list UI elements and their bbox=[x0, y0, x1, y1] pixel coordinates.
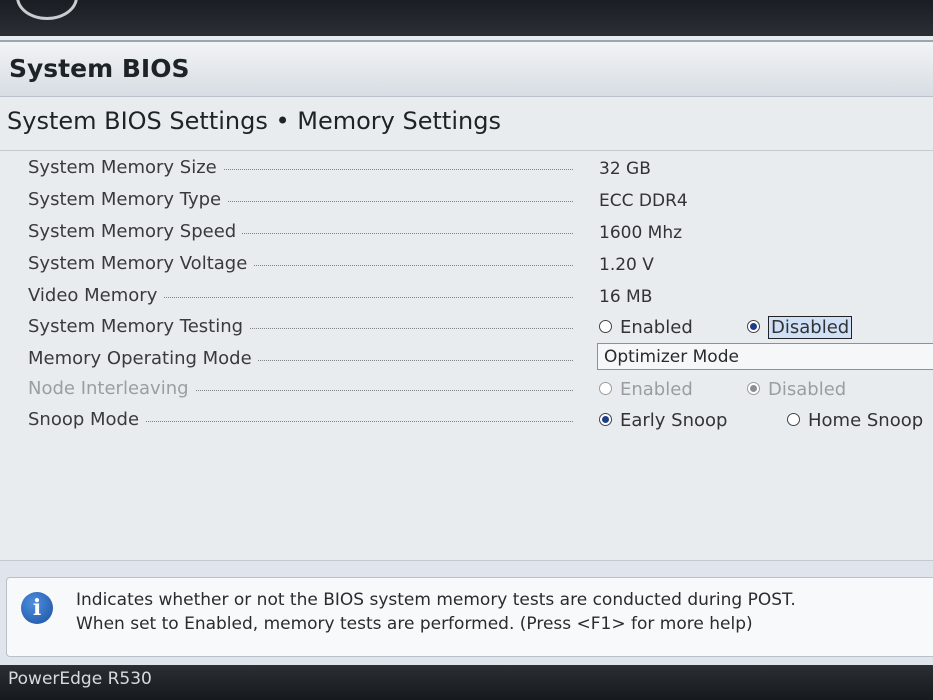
setting-label: System Memory Size bbox=[28, 157, 223, 178]
setting-row-memory-voltage: System Memory Voltage 1.20 V bbox=[28, 251, 933, 281]
radio-label: Disabled bbox=[768, 316, 853, 339]
footer-bar: PowerEdge R530 bbox=[0, 665, 933, 700]
setting-value: 16 MB bbox=[599, 287, 653, 307]
radio-snoop-home[interactable]: Home Snoop bbox=[787, 410, 923, 431]
divider bbox=[0, 150, 933, 151]
setting-row-snoop-mode: Snoop Mode Early Snoop Home Snoop bbox=[28, 407, 933, 437]
setting-value: 1.20 V bbox=[599, 255, 654, 275]
radio-label: Enabled bbox=[620, 317, 693, 338]
setting-label: System Memory Voltage bbox=[28, 253, 254, 274]
setting-row-memory-operating-mode: Memory Operating Mode Optimizer Mode bbox=[28, 343, 933, 376]
radio-unselected-icon bbox=[599, 319, 612, 333]
help-line-2: When set to Enabled, memory tests are pe… bbox=[76, 614, 753, 634]
setting-row-memory-type: System Memory Type ECC DDR4 bbox=[28, 187, 933, 217]
setting-row-memory-speed: System Memory Speed 1600 Mhz bbox=[28, 219, 933, 249]
setting-label: Memory Operating Mode bbox=[28, 348, 258, 369]
radio-snoop-early[interactable]: Early Snoop bbox=[599, 410, 727, 431]
radio-memory-testing-enabled[interactable]: Enabled bbox=[599, 317, 693, 338]
radio-label: Disabled bbox=[768, 379, 847, 400]
setting-row-memory-size: System Memory Size 32 GB bbox=[28, 155, 933, 185]
radio-node-interleaving-enabled: Enabled bbox=[599, 379, 693, 400]
page-title: System BIOS Settings • Memory Settings bbox=[7, 107, 501, 135]
setting-label: System Memory Testing bbox=[28, 316, 250, 337]
setting-row-video-memory: Video Memory 16 MB bbox=[28, 283, 933, 313]
setting-value: ECC DDR4 bbox=[599, 191, 688, 211]
radio-label: Early Snoop bbox=[620, 410, 728, 431]
radio-memory-testing-disabled[interactable]: Disabled bbox=[747, 316, 853, 339]
setting-label: System Memory Speed bbox=[28, 221, 243, 242]
setting-value: 1600 Mhz bbox=[599, 223, 683, 243]
help-box: i Indicates whether or not the BIOS syst… bbox=[6, 577, 933, 657]
radio-label: Enabled bbox=[620, 379, 693, 400]
setting-value: 32 GB bbox=[599, 159, 651, 179]
setting-row-memory-testing: System Memory Testing Enabled Disabled bbox=[28, 314, 933, 344]
setting-label: System Memory Type bbox=[28, 189, 228, 210]
setting-label: Snoop Mode bbox=[28, 409, 146, 430]
radio-unselected-icon bbox=[787, 412, 800, 426]
radio-unselected-icon bbox=[599, 381, 612, 395]
dell-logo-icon bbox=[16, 0, 78, 20]
radio-selected-icon bbox=[747, 381, 760, 395]
model-name: PowerEdge R530 bbox=[8, 669, 152, 689]
memory-operating-mode-select[interactable]: Optimizer Mode bbox=[597, 343, 933, 370]
setting-label: Node Interleaving bbox=[28, 378, 195, 399]
window-title-bar: System BIOS bbox=[0, 40, 933, 97]
top-bar bbox=[0, 0, 933, 36]
setting-row-node-interleaving: Node Interleaving Enabled Disabled bbox=[28, 376, 933, 406]
radio-node-interleaving-disabled: Disabled bbox=[747, 379, 846, 400]
setting-label: Video Memory bbox=[28, 285, 164, 306]
radio-label: Home Snoop bbox=[808, 410, 924, 431]
help-text: Indicates whether or not the BIOS system… bbox=[76, 588, 796, 636]
radio-selected-icon bbox=[599, 412, 612, 426]
help-line-1: Indicates whether or not the BIOS system… bbox=[76, 590, 796, 610]
radio-selected-icon bbox=[747, 319, 760, 333]
window-title: System BIOS bbox=[9, 54, 190, 83]
info-icon: i bbox=[21, 592, 53, 624]
